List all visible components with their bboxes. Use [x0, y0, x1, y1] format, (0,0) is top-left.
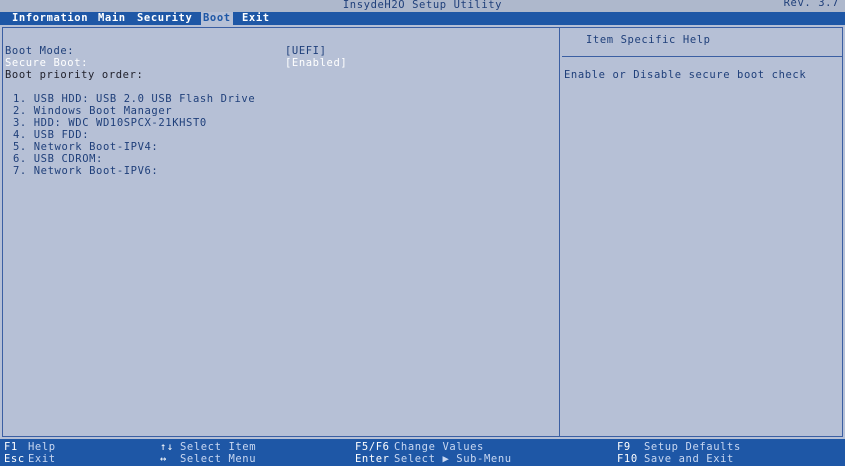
boot-priority-item[interactable]: 3. HDD: WDC WD10SPCX-21KHST0: [13, 117, 207, 129]
boot-mode-row[interactable]: Boot Mode: [UEFI]: [5, 45, 326, 57]
title-bar: InsydeH2O Setup Utility Rev. 3.7: [0, 0, 845, 12]
secure-boot-label: Secure Boot:: [5, 57, 89, 69]
menu-security[interactable]: Security: [135, 12, 194, 25]
enter-key[interactable]: Enter: [355, 453, 390, 465]
boot-priority-item[interactable]: 6. USB CDROM:: [13, 153, 103, 165]
f9-key[interactable]: F9: [617, 441, 631, 453]
menu-main[interactable]: Main: [96, 12, 128, 25]
frame-divider: [559, 27, 560, 437]
footer-bar: F1 Help Esc Exit ↑↓ Select Item ↔ Select…: [0, 439, 845, 466]
menu-exit[interactable]: Exit: [240, 12, 272, 25]
menu-boot[interactable]: Boot: [201, 12, 233, 25]
help-title: Item Specific Help: [586, 34, 711, 46]
leftright-desc: Select Menu: [180, 453, 257, 465]
utility-title: InsydeH2O Setup Utility: [342, 0, 503, 11]
secure-boot-row[interactable]: Secure Boot: [Enabled]: [5, 57, 347, 69]
esc-desc: Exit: [28, 453, 56, 465]
help-text: Enable or Disable secure boot check: [564, 69, 807, 81]
boot-priority-heading: Boot priority order:: [5, 69, 144, 81]
help-divider: [562, 56, 842, 57]
help-panel: Item Specific Help Enable or Disable sec…: [562, 28, 842, 436]
boot-priority-item[interactable]: 2. Windows Boot Manager: [13, 105, 172, 117]
enter-desc: Select ▶ Sub-Menu: [394, 453, 512, 465]
f10-key[interactable]: F10: [617, 453, 638, 465]
f5f6-desc: Change Values: [394, 441, 484, 453]
menu-information[interactable]: Information: [10, 12, 90, 25]
leftright-arrows-icon[interactable]: ↔: [160, 453, 167, 465]
f10-desc: Save and Exit: [644, 453, 734, 465]
boot-priority-item[interactable]: 7. Network Boot-IPV6:: [13, 165, 158, 177]
f9-desc: Setup Defaults: [644, 441, 741, 453]
secure-boot-value[interactable]: [Enabled]: [285, 57, 347, 69]
esc-key[interactable]: Esc: [4, 453, 25, 465]
boot-settings-panel: Boot Mode: [UEFI] Secure Boot: [Enabled]…: [3, 28, 559, 436]
boot-priority-item[interactable]: 4. USB FDD:: [13, 129, 89, 141]
f1-key[interactable]: F1: [4, 441, 18, 453]
boot-mode-label: Boot Mode:: [5, 45, 75, 57]
menu-bar: Information Main Security Boot Exit: [0, 12, 845, 25]
boot-mode-value[interactable]: [UEFI]: [285, 45, 327, 57]
updown-arrows-icon[interactable]: ↑↓: [160, 441, 174, 453]
version-label: Rev. 3.7: [783, 0, 839, 9]
boot-priority-item[interactable]: 5. Network Boot-IPV4:: [13, 141, 158, 153]
updown-desc: Select Item: [180, 441, 257, 453]
f5f6-key[interactable]: F5/F6: [355, 441, 390, 453]
frame-bottom: [2, 436, 843, 437]
f1-desc: Help: [28, 441, 56, 453]
frame-right: [842, 27, 843, 437]
boot-priority-item[interactable]: 1. USB HDD: USB 2.0 USB Flash Drive: [13, 93, 255, 105]
